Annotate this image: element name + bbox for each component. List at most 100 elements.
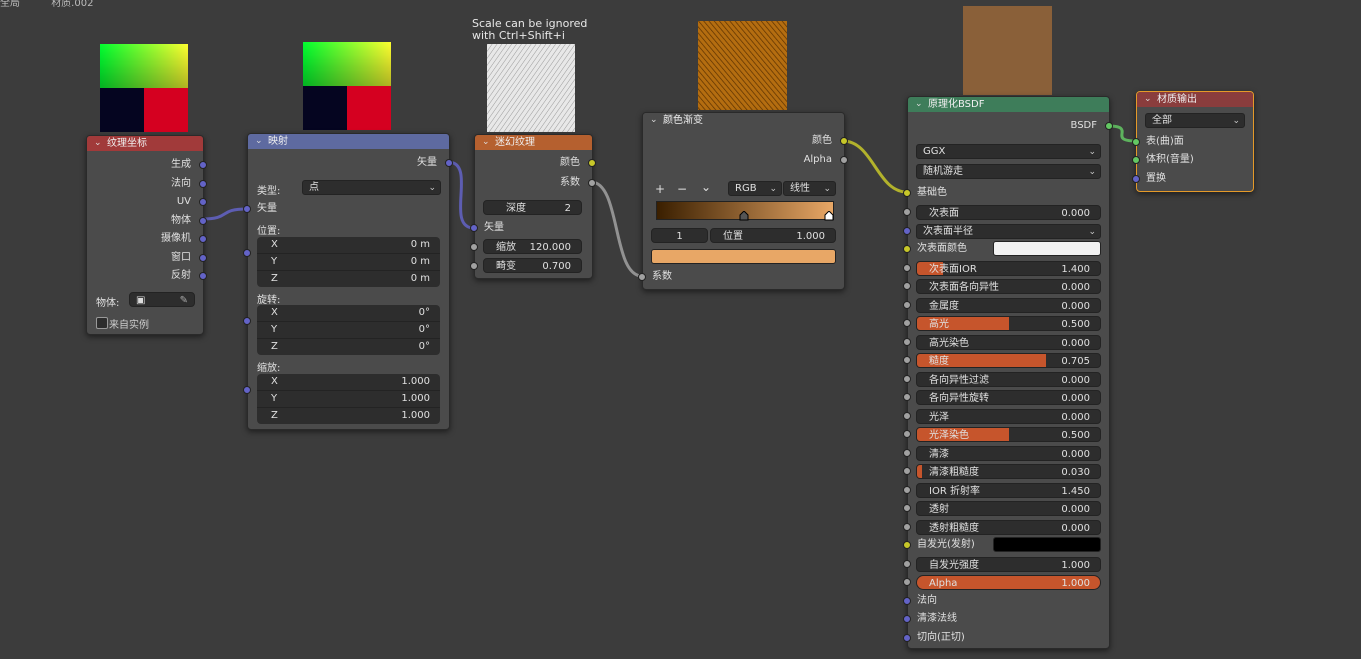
- input-socket[interactable]: [903, 467, 911, 475]
- output-socket[interactable]: [199, 198, 207, 206]
- input-socket[interactable]: [903, 245, 911, 253]
- node-header[interactable]: ⌄ 颜色渐变: [643, 113, 844, 128]
- output-socket[interactable]: [199, 161, 207, 169]
- input-socket[interactable]: [903, 559, 911, 568]
- ramp-stop-handle[interactable]: [739, 211, 749, 221]
- scale-field-x[interactable]: X 1.000: [257, 374, 440, 391]
- bsdf-field[interactable]: 高光 0.500: [916, 316, 1101, 331]
- input-socket[interactable]: [903, 356, 911, 364]
- input-socket[interactable]: [243, 249, 251, 257]
- node-link[interactable]: [590, 180, 643, 278]
- input-socket[interactable]: [903, 263, 911, 272]
- interpolation-dropdown[interactable]: 线性 ⌄: [783, 181, 836, 196]
- input-socket[interactable]: [243, 386, 251, 394]
- input-socket[interactable]: [903, 337, 911, 346]
- input-socket[interactable]: [903, 189, 911, 197]
- input-socket[interactable]: [243, 205, 251, 213]
- location-field-x[interactable]: X 0 m: [257, 237, 440, 254]
- subsurface-radius-dropdown[interactable]: 次表面半径 ⌄: [916, 223, 1101, 239]
- bsdf-field[interactable]: 光泽染色 0.500: [916, 427, 1101, 442]
- input-socket[interactable]: [903, 300, 911, 309]
- input-socket[interactable]: [903, 522, 911, 531]
- input-socket[interactable]: [1132, 175, 1140, 183]
- material-output-node[interactable]: ⌄ 材质输出 全部 ⌄ 表(曲)面 体积(音量) 置换: [1132, 91, 1254, 192]
- bsdf-field[interactable]: 各向异性过滤 0.000: [916, 371, 1101, 387]
- input-socket[interactable]: [903, 596, 911, 605]
- ramp-stop-handle-active[interactable]: [824, 211, 834, 221]
- bsdf-field[interactable]: 糙度 0.705: [916, 353, 1101, 368]
- output-socket[interactable]: [199, 235, 207, 243]
- node-header[interactable]: ⌄ 迷幻纹理: [475, 135, 592, 150]
- collapse-chevron-icon[interactable]: ⌄: [1144, 92, 1152, 107]
- input-socket[interactable]: [470, 224, 478, 232]
- node-header[interactable]: ⌄ 材质输出: [1137, 92, 1253, 107]
- object-field[interactable]: ▣ ✎: [129, 292, 195, 307]
- input-socket[interactable]: [1132, 156, 1140, 164]
- rotation-fields[interactable]: X 0° Y 0° Z 0°: [257, 305, 440, 355]
- input-socket[interactable]: [903, 448, 911, 457]
- texture-coordinate-node[interactable]: ⌄ 纹理坐标 物体: ▣ ✎ 来自实例 生成 法向 UV 物体 摄像机 窗口 反射: [86, 135, 207, 335]
- bsdf-field[interactable]: 透射粗糙度 0.000: [916, 519, 1101, 535]
- bsdf-field[interactable]: 次表面各向异性 0.000: [916, 279, 1101, 294]
- output-socket[interactable]: [840, 156, 848, 164]
- color-mode-dropdown[interactable]: RGB ⌄: [728, 181, 782, 196]
- input-socket[interactable]: [1132, 138, 1140, 146]
- distribution-dropdown[interactable]: GGX ⌄: [916, 144, 1101, 159]
- output-socket[interactable]: [840, 137, 848, 145]
- collapse-chevron-icon[interactable]: ⌄: [255, 134, 263, 149]
- bsdf-field[interactable]: 金属度 0.000: [916, 297, 1101, 313]
- output-socket[interactable]: [445, 159, 453, 167]
- location-field-y[interactable]: Y 0 m: [257, 254, 440, 271]
- depth-field[interactable]: 深度 2: [483, 200, 582, 215]
- type-dropdown[interactable]: 点 ⌄: [302, 180, 441, 195]
- bsdf-field[interactable]: 次表面IOR 1.400: [916, 260, 1101, 276]
- output-socket[interactable]: [1105, 122, 1113, 130]
- input-socket[interactable]: [903, 282, 911, 290]
- target-dropdown[interactable]: 全部 ⌄: [1145, 113, 1245, 128]
- bsdf-field[interactable]: 清漆 0.000: [916, 445, 1101, 461]
- rotation-field-y[interactable]: Y 0°: [257, 322, 440, 339]
- breadcrumb-item[interactable]: 材质.002: [51, 0, 93, 9]
- input-socket[interactable]: [903, 411, 911, 420]
- input-socket[interactable]: [903, 319, 911, 327]
- bsdf-field[interactable]: 光泽 0.000: [916, 408, 1101, 424]
- output-socket[interactable]: [199, 272, 207, 280]
- node-header[interactable]: ⌄ 原理化BSDF: [908, 97, 1109, 112]
- output-socket[interactable]: [199, 216, 207, 225]
- node-link[interactable]: [447, 160, 475, 230]
- bsdf-field[interactable]: Alpha 1.000: [916, 575, 1101, 590]
- stop-position-field[interactable]: 位置 1.000: [710, 228, 836, 243]
- collapse-chevron-icon[interactable]: ⌄: [482, 135, 490, 150]
- scale-field-y[interactable]: Y 1.000: [257, 391, 440, 408]
- input-socket[interactable]: [903, 208, 911, 216]
- color-ramp-node[interactable]: ⌄ 颜色渐变 颜色 Alpha + − ⌄ RGB ⌄ 线性 ⌄ 1 位置 1.…: [638, 112, 848, 290]
- input-socket[interactable]: [903, 615, 911, 623]
- bsdf-field[interactable]: IOR 折射率 1.450: [916, 482, 1101, 498]
- bsdf-field[interactable]: 次表面 0.000: [916, 205, 1101, 220]
- input-socket[interactable]: [243, 317, 251, 325]
- output-socket[interactable]: [199, 179, 207, 188]
- input-socket[interactable]: [903, 393, 911, 401]
- collapse-chevron-icon[interactable]: ⌄: [915, 97, 923, 112]
- collapse-chevron-icon[interactable]: ⌄: [94, 136, 102, 151]
- node-header[interactable]: ⌄ 映射: [248, 134, 449, 149]
- input-socket[interactable]: [903, 633, 911, 642]
- remove-stop-button[interactable]: −: [677, 182, 687, 196]
- stop-index-field[interactable]: 1: [651, 228, 708, 243]
- input-socket[interactable]: [903, 226, 911, 235]
- color-swatch[interactable]: [993, 537, 1101, 552]
- scale-field-z[interactable]: Z 1.000: [257, 408, 440, 424]
- input-socket[interactable]: [470, 243, 478, 251]
- output-socket[interactable]: [588, 159, 596, 167]
- location-field-z[interactable]: Z 0 m: [257, 271, 440, 287]
- bsdf-field[interactable]: 清漆粗糙度 0.030: [916, 464, 1101, 479]
- scale-field[interactable]: 缩放 120.000: [483, 239, 582, 254]
- output-socket[interactable]: [199, 253, 207, 262]
- scale-fields[interactable]: X 1.000 Y 1.000 Z 1.000: [257, 374, 440, 424]
- input-socket[interactable]: [470, 262, 478, 270]
- node-header[interactable]: ⌄ 纹理坐标: [87, 136, 203, 151]
- node-link[interactable]: [201, 207, 248, 221]
- stop-color-swatch[interactable]: [651, 249, 836, 264]
- magic-texture-node[interactable]: ⌄ 迷幻纹理 颜色 系数 深度 2 矢量 缩放 120.000 畸变 0.700: [470, 134, 596, 279]
- input-socket[interactable]: [903, 541, 911, 549]
